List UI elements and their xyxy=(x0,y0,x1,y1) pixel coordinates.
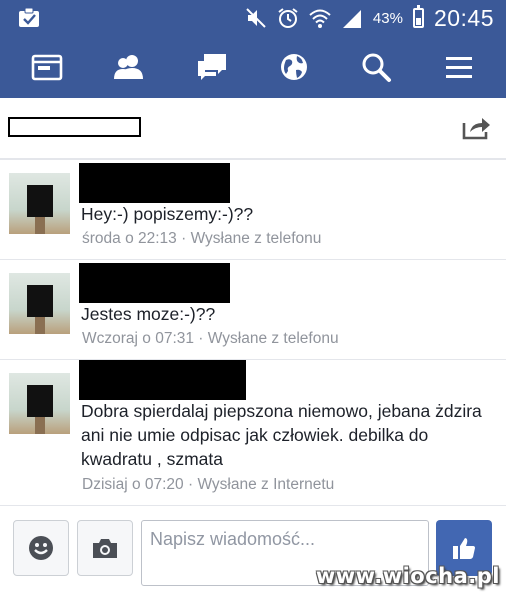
message-text: Hey:-) popiszemy:-)?? xyxy=(81,204,254,224)
share-icon[interactable] xyxy=(460,112,492,144)
avatar[interactable] xyxy=(9,273,70,334)
alarm-icon xyxy=(277,7,299,29)
message-timestamp: Wczoraj o 07:31 · Wysłane z telefonu xyxy=(82,330,339,347)
message-item: Jestes moze:-)?? Wczoraj o 07:31 · Wysła… xyxy=(0,260,506,360)
news-feed-icon[interactable] xyxy=(17,42,77,92)
smiley-icon[interactable] xyxy=(13,520,69,576)
search-icon[interactable] xyxy=(346,42,406,92)
message-timestamp: Dzisiaj o 07:20 · Wysłane z Internetu xyxy=(82,476,335,493)
redacted-sender-name xyxy=(79,263,230,303)
avatar[interactable] xyxy=(9,373,70,434)
avatar[interactable] xyxy=(9,173,70,234)
redacted-sender-name xyxy=(79,360,246,400)
redacted-sender-name xyxy=(79,163,230,203)
mute-icon xyxy=(245,7,267,29)
signal-icon xyxy=(341,7,363,29)
message-item: Dobra spierdalaj piepszona niemowo, jeba… xyxy=(0,360,506,506)
message-list: Hey:-) popiszemy:-)?? środa o 22:13 · Wy… xyxy=(0,160,506,506)
message-text: Jestes moze:-)?? xyxy=(81,304,216,324)
messages-icon[interactable] xyxy=(182,42,242,92)
battery-icon xyxy=(412,5,424,28)
wifi-icon xyxy=(309,7,331,29)
camera-icon[interactable] xyxy=(77,520,133,576)
nav-bar xyxy=(0,36,506,98)
menu-icon[interactable] xyxy=(429,42,489,92)
message-timestamp: środa o 22:13 · Wysłane z telefonu xyxy=(82,230,322,247)
status-bar: 43% 20:45 xyxy=(0,0,506,36)
conversation-header xyxy=(0,98,506,160)
clipboard-check-icon xyxy=(18,7,40,28)
friends-icon[interactable] xyxy=(99,42,159,92)
globe-icon[interactable] xyxy=(264,42,324,92)
battery-percent: 43% xyxy=(372,9,403,27)
redacted-contact-name xyxy=(8,117,141,137)
message-item: Hey:-) popiszemy:-)?? środa o 22:13 · Wy… xyxy=(0,160,506,260)
message-text: Dobra spierdalaj piepszona niemowo, jeba… xyxy=(81,401,482,469)
watermark: www.wiocha.pl xyxy=(315,564,500,588)
clock: 20:45 xyxy=(433,4,494,31)
